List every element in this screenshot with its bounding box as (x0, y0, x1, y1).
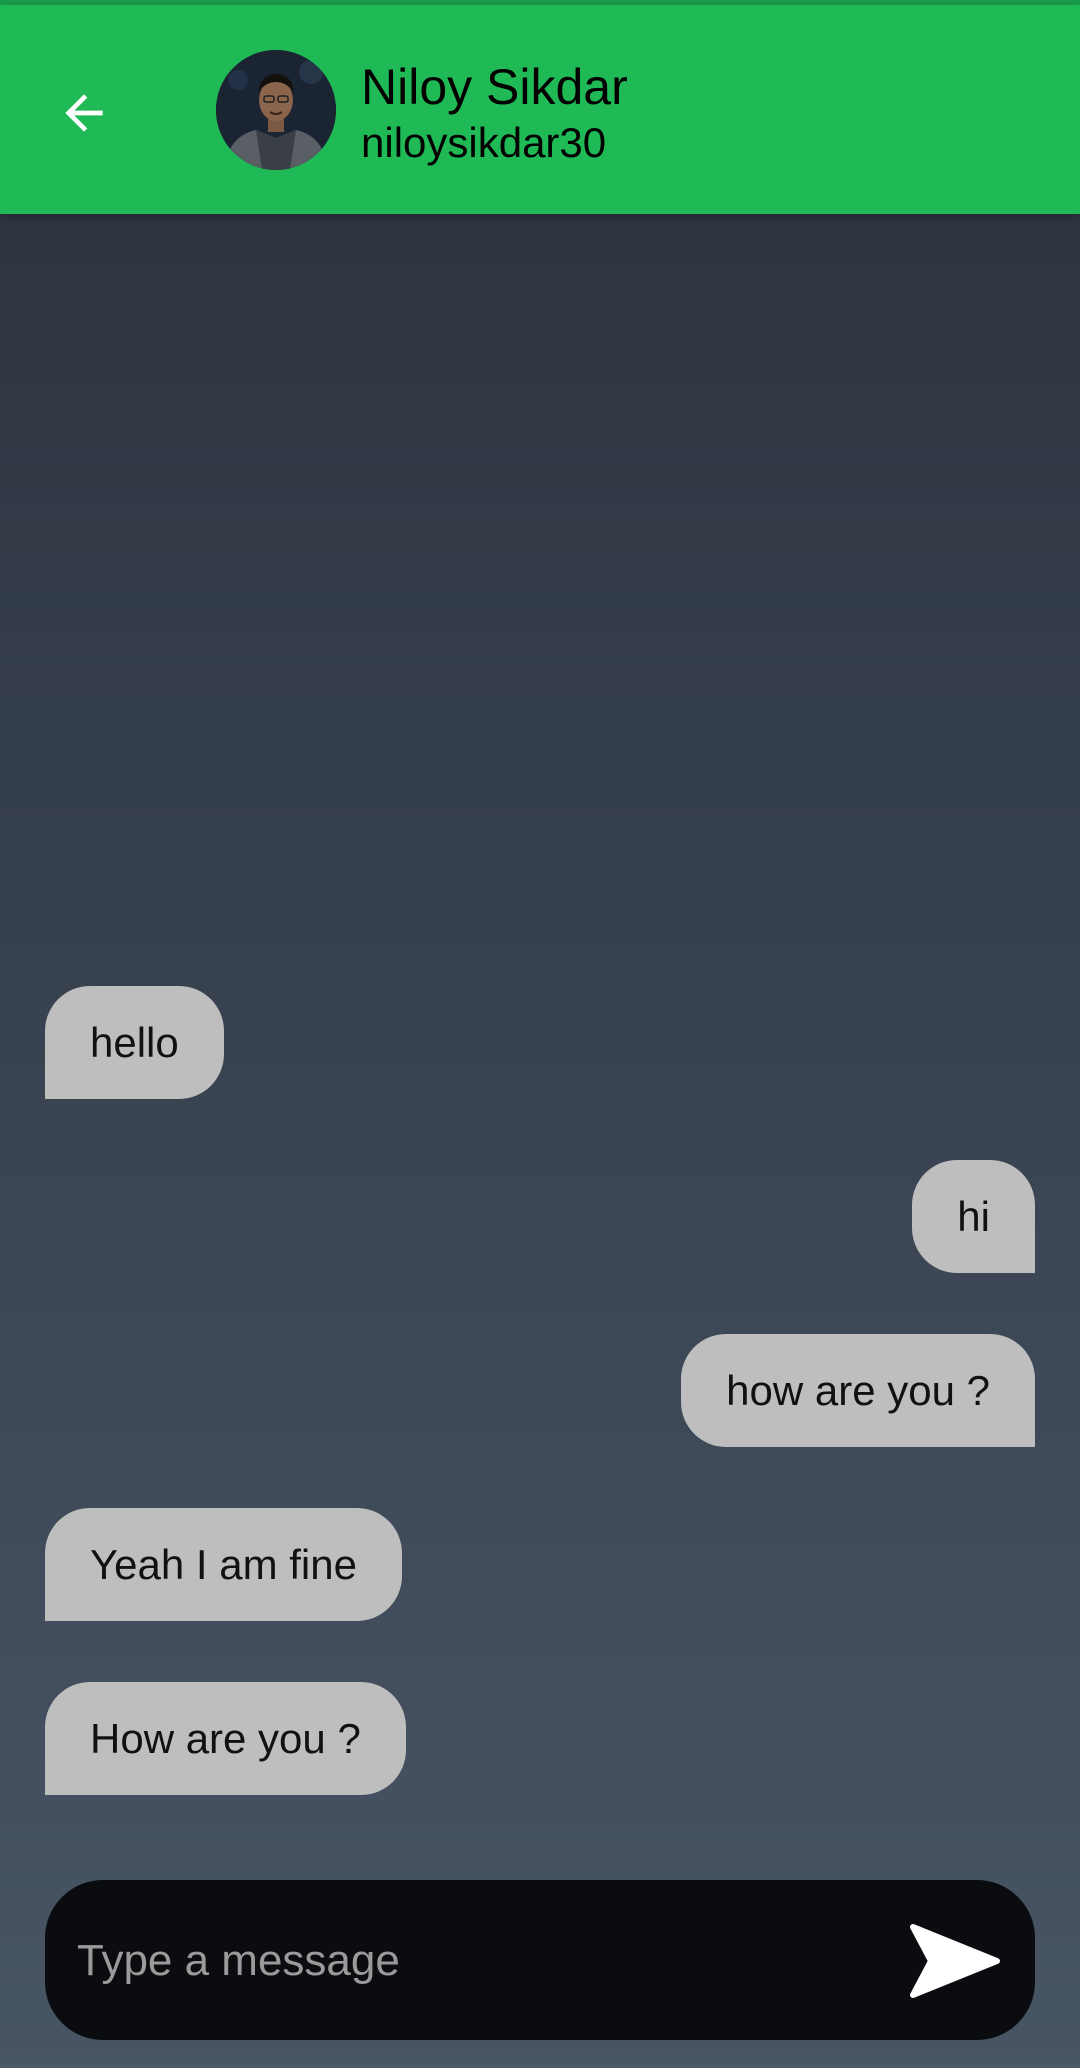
avatar[interactable] (216, 50, 336, 170)
contact-name: Niloy Sikdar (361, 59, 628, 115)
arrow-left-icon (65, 94, 103, 132)
bottom-edge (0, 2064, 1080, 2068)
chat-header: Niloy Sikdar niloysikdar30 (0, 5, 1080, 214)
message-bubble-sent[interactable]: how are you ? (681, 1334, 1035, 1447)
send-icon (910, 1924, 1000, 1998)
send-button[interactable] (907, 1920, 1003, 2002)
profile-photo (216, 50, 336, 170)
message-input[interactable] (75, 1920, 879, 2002)
message-list: hello hi how are you ? Yeah I am fine Ho… (0, 0, 1080, 2068)
contact-username: niloysikdar30 (361, 119, 607, 166)
message-bubble-sent[interactable]: hi (912, 1160, 1035, 1273)
message-bubble-received[interactable]: Yeah I am fine (45, 1508, 402, 1621)
message-bubble-received[interactable]: hello (45, 986, 224, 1099)
message-composer (45, 1880, 1035, 2040)
back-button[interactable] (44, 73, 124, 153)
message-bubble-received[interactable]: How are you ? (45, 1682, 406, 1795)
